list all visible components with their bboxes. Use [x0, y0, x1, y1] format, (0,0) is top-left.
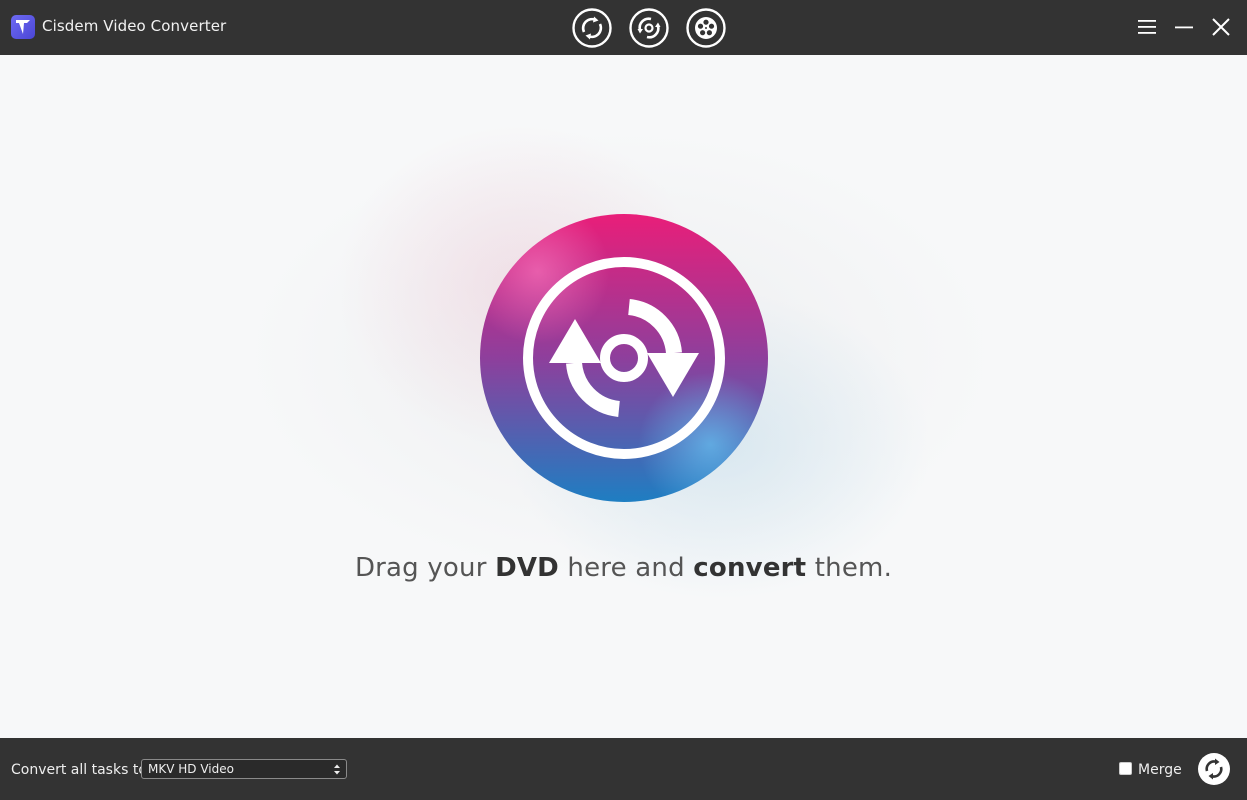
- drop-zone[interactable]: Drag your DVD here and convert them.: [0, 55, 1247, 738]
- merge-label: Merge: [1138, 762, 1182, 778]
- video-download-mode-button[interactable]: [686, 8, 726, 48]
- close-button[interactable]: [1209, 15, 1233, 39]
- drop-text-convert: convert: [693, 553, 807, 583]
- video-convert-mode-button[interactable]: [572, 8, 612, 48]
- bottom-bar: Convert all tasks to MKV HD Video Merge: [0, 738, 1247, 800]
- minimize-button[interactable]: [1172, 15, 1196, 39]
- menu-icon: [1138, 20, 1156, 34]
- output-format-select[interactable]: MKV HD Video: [141, 759, 347, 779]
- app-window: Cisdem Video Converter Drag your DVD her…: [0, 0, 1247, 800]
- convert-start-button[interactable]: [1198, 753, 1230, 785]
- drop-text-1: Drag your: [354, 553, 496, 583]
- close-icon: [1212, 18, 1230, 36]
- dvd-convert-icon[interactable]: [479, 213, 769, 503]
- dvd-convert-mode-button[interactable]: [629, 8, 669, 48]
- updown-arrows-icon: [334, 764, 340, 775]
- convert-start-icon: [1198, 753, 1230, 785]
- cisdem-logo-icon: [11, 15, 35, 39]
- film-reel-icon: [686, 8, 726, 48]
- drop-text-3: them.: [806, 553, 893, 583]
- drop-text-dvd: DVD: [495, 553, 559, 583]
- app-title: Cisdem Video Converter: [42, 17, 227, 35]
- merge-checkbox[interactable]: [1119, 762, 1132, 775]
- menu-button[interactable]: [1135, 15, 1159, 39]
- convert-all-label: Convert all tasks to: [11, 762, 147, 778]
- drop-instructions: Drag your DVD here and convert them.: [0, 553, 1247, 583]
- convert-arrows-icon: [572, 8, 612, 48]
- drop-text-2: here and: [558, 553, 694, 583]
- minimize-icon: [1175, 26, 1193, 29]
- title-bar: Cisdem Video Converter: [0, 0, 1247, 65]
- output-format-value: MKV HD Video: [148, 762, 234, 776]
- dvd-convert-icon: [629, 8, 669, 48]
